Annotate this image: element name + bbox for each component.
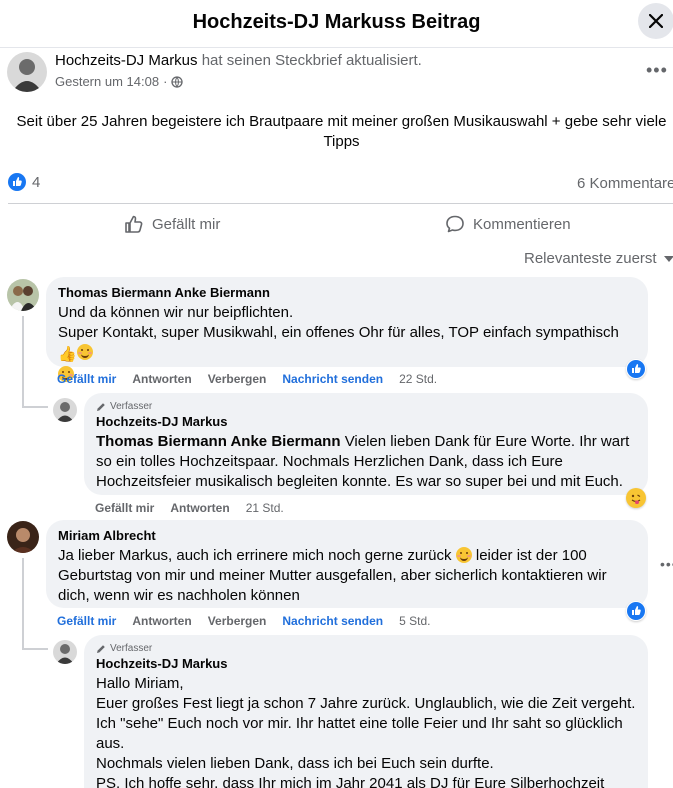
comment-time[interactable]: 22 Std.	[399, 372, 437, 386]
post-action-text: hat seinen Steckbrief aktualisiert.	[201, 52, 422, 69]
comment-sort-dropdown[interactable]: Relevanteste zuerst	[524, 250, 673, 267]
pencil-icon	[97, 644, 105, 653]
reply-author-name[interactable]: Hochzeits-DJ Markus	[96, 414, 636, 430]
thread-line	[22, 558, 24, 650]
divider	[8, 203, 673, 204]
caret-down-icon	[663, 255, 673, 262]
comment-actions: Gefällt mir Antworten Verbergen Nachrich…	[57, 614, 430, 628]
sort-label: Relevanteste zuerst	[524, 250, 657, 267]
smiling-emoji-icon	[76, 344, 93, 360]
comment-text-part1: Ja lieber Markus, auch ich errinere mich…	[58, 547, 452, 564]
more-options-icon[interactable]: •••	[646, 60, 668, 81]
reply-text-line4: PS. Ich hoffe sehr, dass Ihr mich im Jah…	[96, 775, 605, 788]
reply-time[interactable]: 21 Std.	[246, 501, 284, 515]
dialog-title: Hochzeits-DJ Markuss Beitrag	[192, 11, 481, 33]
commenter-avatar[interactable]	[7, 279, 39, 311]
post-meta: Gestern um 14:08 ·	[55, 74, 184, 89]
comment-button[interactable]: Kommentieren	[445, 214, 571, 234]
post-time[interactable]: Gestern um 14:08	[55, 74, 159, 89]
reply-author-avatar[interactable]	[53, 640, 77, 664]
comment-text: Ja lieber Markus, auch ich errinere mich…	[58, 546, 636, 606]
comment-button-label: Kommentieren	[473, 215, 571, 233]
like-reaction-icon	[627, 602, 645, 620]
comment-more-options-icon[interactable]: •••	[660, 556, 673, 572]
comment-bubble: Miriam Albrecht Ja lieber Markus, auch i…	[46, 520, 648, 608]
smiling-emoji-icon	[455, 547, 472, 563]
comment-like-link[interactable]: Gefällt mir	[57, 614, 116, 628]
reply-text-line1: Hallo Miriam,	[96, 675, 184, 692]
thread-line	[22, 316, 24, 408]
close-button[interactable]	[638, 3, 673, 39]
reply-text-line3: Nochmals vielen lieben Dank, dass ich be…	[96, 755, 494, 772]
reply-text-line2: Euer großes Fest liegt ja schon 7 Jahre …	[96, 695, 636, 752]
author-badge-label: Verfasser	[110, 401, 153, 412]
close-icon	[649, 14, 663, 28]
like-reaction-icon	[627, 360, 645, 378]
post-text: Seit über 25 Jahren begeistere ich Braut…	[16, 113, 667, 150]
reply-actions: Gefällt mir Antworten 21 Std.	[95, 501, 284, 515]
reply-author-name[interactable]: Hochzeits-DJ Markus	[96, 656, 636, 672]
post-author-avatar[interactable]	[7, 52, 47, 92]
reply-text: Thomas Biermann Anke Biermann Vielen lie…	[96, 432, 636, 492]
comment-reply-link[interactable]: Antworten	[132, 372, 191, 386]
reaction-count: 4	[32, 173, 41, 191]
reply-bubble: Verfasser Hochzeits-DJ Markus Hallo Miri…	[84, 635, 648, 788]
author-badge: Verfasser	[96, 643, 636, 654]
reply-author-avatar[interactable]	[53, 398, 77, 422]
reply-reaction-badge[interactable]	[626, 488, 646, 508]
thread-line	[22, 406, 48, 408]
globe-icon	[171, 75, 184, 88]
dialog-header: Hochzeits-DJ Markuss Beitrag	[0, 0, 673, 48]
thumbs-up-emoji-icon: 👍	[58, 346, 77, 363]
post-author-line: Hochzeits-DJ Markus hat seinen Steckbrie…	[55, 52, 422, 69]
tongue-emoji-icon	[627, 489, 645, 507]
comment-message-link[interactable]: Nachricht senden	[282, 614, 383, 628]
commenter-name[interactable]: Miriam Albrecht	[58, 528, 636, 544]
comment-reply-link[interactable]: Antworten	[132, 614, 191, 628]
like-reaction-icon	[8, 173, 26, 191]
mention-link[interactable]: Thomas Biermann Anke Biermann	[96, 433, 341, 450]
thread-line	[22, 648, 48, 650]
comment-like-link[interactable]: Gefällt mir	[57, 372, 116, 386]
comment-actions: Gefällt mir Antworten Verbergen Nachrich…	[57, 372, 437, 386]
reply-reply-link[interactable]: Antworten	[170, 501, 229, 515]
post-separator: ·	[163, 74, 168, 89]
comment-reaction-badge[interactable]	[626, 359, 646, 379]
author-badge: Verfasser	[96, 401, 636, 412]
comments-count[interactable]: 6 Kommentare	[577, 175, 673, 192]
comment-time[interactable]: 5 Std.	[399, 614, 430, 628]
pencil-icon	[97, 402, 105, 411]
reply-bubble: Verfasser Hochzeits-DJ Markus Thomas Bie…	[84, 393, 648, 495]
commenter-name[interactable]: Thomas Biermann Anke Biermann	[58, 285, 636, 301]
comment-icon	[446, 215, 464, 233]
reply-like-link[interactable]: Gefällt mir	[95, 501, 154, 515]
comment-text-line1: Und da können wir nur beipflichten.	[58, 304, 294, 321]
comment-bubble: Thomas Biermann Anke Biermann Und da kön…	[46, 277, 648, 382]
post-author-name[interactable]: Hochzeits-DJ Markus	[55, 52, 198, 69]
like-button-label: Gefällt mir	[152, 215, 221, 233]
comment-text-line2: Super Kontakt, super Musikwahl, ein offe…	[58, 324, 619, 341]
comment-hide-link[interactable]: Verbergen	[208, 372, 267, 386]
reactions-summary[interactable]: 4	[8, 173, 40, 191]
reply-text: Hallo Miriam, Euer großes Fest liegt ja …	[96, 674, 636, 788]
author-badge-label: Verfasser	[110, 643, 153, 654]
thumbs-up-icon	[125, 215, 143, 233]
comment-message-link[interactable]: Nachricht senden	[282, 372, 383, 386]
comment-hide-link[interactable]: Verbergen	[208, 614, 267, 628]
like-button[interactable]: Gefällt mir	[124, 214, 220, 234]
commenter-avatar[interactable]	[7, 521, 39, 553]
comment-reaction-badge[interactable]	[626, 601, 646, 621]
